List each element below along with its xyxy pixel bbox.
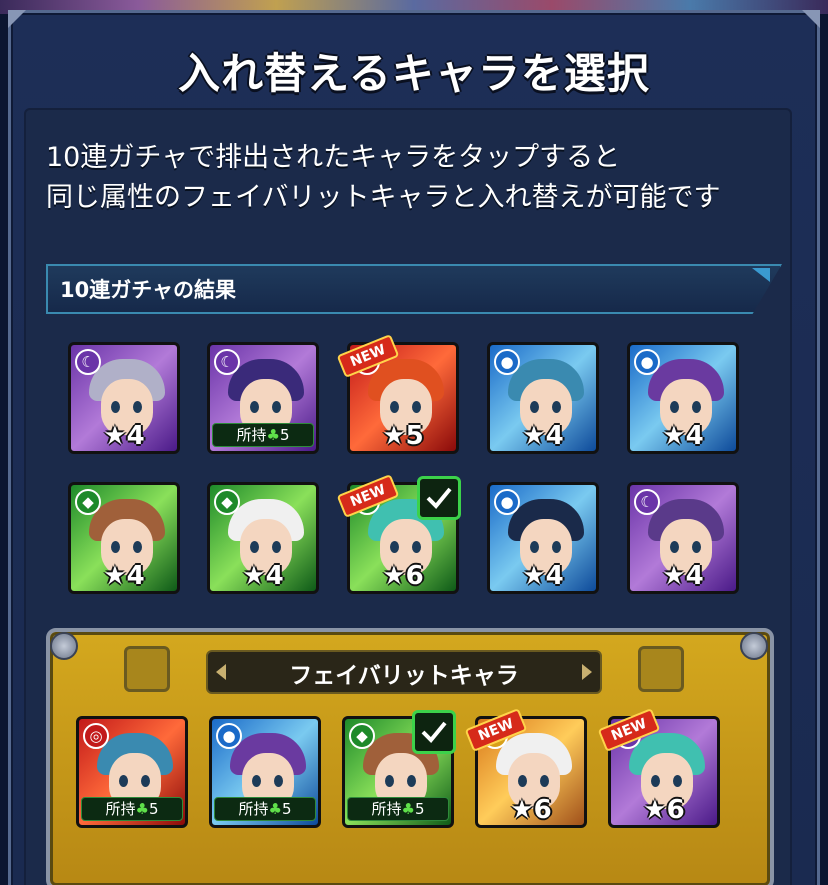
portrait-eye <box>530 541 539 553</box>
dark-element-icon: ☾ <box>634 489 660 515</box>
clover-icon: ♣ <box>135 800 149 818</box>
clover-icon: ♣ <box>268 800 282 818</box>
gacha-character-card[interactable]: ◆ ★4 <box>207 482 319 594</box>
gacha-character-card[interactable]: ☾ 所持♣5 <box>207 342 319 454</box>
portrait-eye <box>111 401 120 413</box>
portrait-eye <box>530 401 539 413</box>
gacha-result-label: 10連ガチャの結果 <box>60 278 237 302</box>
wood-element-icon: ◆ <box>349 723 375 749</box>
favorite-character-card[interactable]: ◎ 所持♣5 <box>76 716 188 828</box>
portrait-eye <box>412 541 421 553</box>
portrait-eye <box>133 401 142 413</box>
gacha-character-card[interactable]: ● ★4 <box>627 342 739 454</box>
portrait-eye <box>272 401 281 413</box>
portrait-eye <box>250 401 259 413</box>
gacha-character-card[interactable]: ☾ ★4 <box>627 482 739 594</box>
gacha-character-card[interactable]: ● ★4 <box>487 482 599 594</box>
wood-element-icon: ◆ <box>214 489 240 515</box>
description-line: 同じ属性のフェイバリットキャラと入れ替えが可能です <box>46 182 721 213</box>
water-element-icon: ● <box>494 349 520 375</box>
rarity-label: ★6 <box>510 795 552 825</box>
portrait-eye <box>670 401 679 413</box>
description-line: 10連ガチャで排出されたキャラをタップすると <box>46 142 621 173</box>
dark-element-icon: ☾ <box>75 349 101 375</box>
rarity-label: ★4 <box>662 421 704 451</box>
rarity-label: ★4 <box>522 421 564 451</box>
owned-text: 所持 <box>236 426 267 444</box>
clover-icon: ♣ <box>401 800 415 818</box>
portrait-eye <box>133 541 142 553</box>
owned-count-label: 所持♣5 <box>212 423 314 447</box>
owned-count: 5 <box>281 800 292 818</box>
water-element-icon: ● <box>494 489 520 515</box>
rarity-label: ★5 <box>382 421 424 451</box>
rarity-label: ★4 <box>242 561 284 591</box>
owned-count: 5 <box>414 800 425 818</box>
owned-count: 5 <box>148 800 159 818</box>
favorite-character-card[interactable]: ● 所持♣5 <box>209 716 321 828</box>
empty-slot <box>124 646 170 692</box>
portrait-eye <box>390 401 399 413</box>
frame-corner <box>802 10 820 28</box>
owned-count-label: 所持♣5 <box>347 797 449 821</box>
portrait-eye <box>111 541 120 553</box>
dialog-title: 入れ替えるキャラを選択 <box>178 49 650 98</box>
portrait-eye <box>692 401 701 413</box>
dialog-description: 10連ガチャで排出されたキャラをタップすると 同じ属性のフェイバリットキャラと入… <box>46 138 806 218</box>
portrait-eye <box>272 541 281 553</box>
portrait-eye <box>518 775 527 787</box>
gacha-character-card[interactable]: ● ★4 <box>487 342 599 454</box>
owned-count-label: 所持♣5 <box>214 797 316 821</box>
owned-text: 所持 <box>371 800 402 818</box>
water-element-icon: ● <box>216 723 242 749</box>
rivet-icon <box>740 632 768 660</box>
owned-count: 5 <box>279 426 290 444</box>
owned-text: 所持 <box>105 800 136 818</box>
selected-check-icon <box>417 476 461 520</box>
portrait-eye <box>540 775 549 787</box>
header-corner-icon <box>752 268 770 282</box>
portrait-eye <box>692 541 701 553</box>
rarity-label: ★4 <box>103 561 145 591</box>
wood-element-icon: ◆ <box>75 489 101 515</box>
portrait-eye <box>141 775 150 787</box>
portrait-eye <box>407 775 416 787</box>
rarity-label: ★4 <box>103 421 145 451</box>
clover-icon: ♣ <box>266 426 280 444</box>
owned-count-label: 所持♣5 <box>81 797 183 821</box>
empty-slot <box>638 646 684 692</box>
dark-element-icon: ☾ <box>214 349 240 375</box>
fire-element-icon: ◎ <box>83 723 109 749</box>
owned-text: 所持 <box>238 800 269 818</box>
frame-corner <box>8 10 26 28</box>
water-element-icon: ● <box>634 349 660 375</box>
portrait-eye <box>252 775 261 787</box>
gacha-character-card[interactable]: ☾ ★4 <box>68 342 180 454</box>
gacha-character-card[interactable]: ◆ ★4 <box>68 482 180 594</box>
portrait-eye <box>552 401 561 413</box>
portrait-eye <box>274 775 283 787</box>
portrait-eye <box>651 775 660 787</box>
portrait-eye <box>390 541 399 553</box>
rarity-label: ★4 <box>662 561 704 591</box>
portrait-eye <box>385 775 394 787</box>
portrait-eye <box>673 775 682 787</box>
favorite-title: フェイバリットキャラ <box>289 663 519 689</box>
portrait-eye <box>250 541 259 553</box>
rivet-icon <box>50 632 78 660</box>
rarity-label: ★6 <box>643 795 685 825</box>
portrait-eye <box>412 401 421 413</box>
portrait-eye <box>119 775 128 787</box>
rarity-label: ★6 <box>382 561 424 591</box>
rarity-label: ★4 <box>522 561 564 591</box>
selected-check-icon <box>412 710 456 754</box>
portrait-eye <box>552 541 561 553</box>
portrait-eye <box>670 541 679 553</box>
